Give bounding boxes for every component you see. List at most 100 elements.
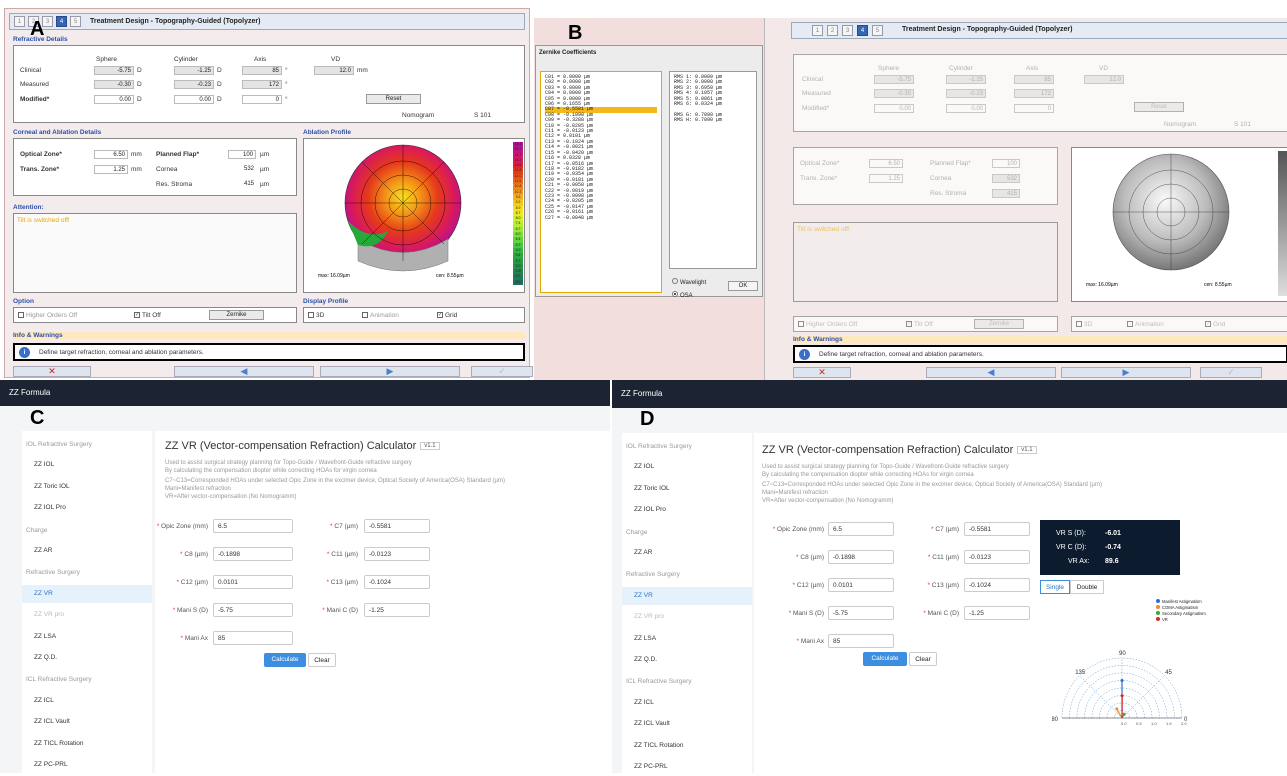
opic-zone-input[interactable]: 6.5	[213, 519, 293, 533]
sidebar-item[interactable]: ZZ ICL Vault	[22, 713, 152, 731]
bg-col-axis: Axis	[1026, 65, 1038, 72]
clear-button-d[interactable]: Clear	[909, 652, 937, 666]
next-button[interactable]: ▶	[320, 366, 460, 377]
color-scale: 16.115.714.714.213.612.812.011.510.810.3…	[513, 142, 523, 285]
planned-flap-select[interactable]: 100	[228, 150, 256, 159]
sidebar-item[interactable]: ZZ IOL Pro	[622, 501, 752, 519]
sidebar-item[interactable]: ZZ AR	[22, 542, 152, 560]
bg-nomogram-value: S 101	[1234, 121, 1251, 128]
bg-zernike-button: Zernike	[974, 319, 1024, 329]
sidebar-item[interactable]: ZZ Toric IOL	[22, 478, 152, 496]
sidebar-item[interactable]: ZZ TICL Rotation	[22, 735, 152, 753]
trans-zone-select[interactable]: 1.25	[94, 165, 128, 174]
wavelight-radio[interactable]: Wavelight	[672, 278, 706, 286]
3d-checkbox[interactable]: 3D	[308, 312, 324, 319]
sidebar-item[interactable]: ZZ IOL Pro	[22, 499, 152, 517]
panel-label-d: D	[640, 408, 654, 431]
step-4[interactable]: 4	[56, 16, 67, 27]
mani-ax-input-d[interactable]: 85	[828, 634, 894, 648]
polar-legend: Manifest AstigmatismCOMA AstigmatismSeco…	[1156, 599, 1206, 623]
sidebar-item[interactable]: ZZ LSA	[22, 628, 152, 646]
bg-info-text: Define target refraction, corneal and ab…	[819, 351, 984, 358]
c8-input[interactable]: -0.1898	[213, 547, 293, 561]
animation-checkbox[interactable]: Animation	[362, 312, 399, 319]
zz-top-bar-d: ZZ Formula	[612, 380, 1287, 408]
bg-nomogram-label: Nomogram	[1164, 121, 1196, 128]
c8-input-d[interactable]: -0.1898	[828, 550, 894, 564]
zernike-coefficient-list[interactable]: C01 = 0.0000 µmC02 = 0.0000 µmC03 = 0.00…	[540, 71, 662, 293]
osa-radio[interactable]: OSA	[672, 291, 693, 299]
c7-input-d[interactable]: -0.5581	[964, 522, 1030, 536]
sidebar-item[interactable]: ZZ VR	[622, 587, 752, 605]
mani-ax-label-d: * Mani Ax	[762, 638, 824, 645]
c13-input[interactable]: -0.1024	[364, 575, 430, 589]
bg-clinical-vd: 12.0	[1084, 75, 1124, 84]
confirm-button[interactable]: ✓	[471, 366, 533, 377]
cornea-value: 532	[228, 165, 256, 174]
zernike-button[interactable]: Zernike	[209, 310, 264, 320]
back-button[interactable]: ◀	[174, 366, 314, 377]
mani-s-input-d[interactable]: -5.75	[828, 606, 894, 620]
calculate-button-d[interactable]: Calculate	[863, 652, 907, 666]
sidebar-item[interactable]: ZZ ICL	[22, 692, 152, 710]
mani-s-input[interactable]: -5.75	[213, 603, 293, 617]
sidebar-section-header: IOL Refractive Surgery	[626, 443, 692, 450]
clinical-vd: 12.0	[314, 66, 354, 75]
version-select[interactable]: v1.1	[420, 442, 439, 450]
step-5[interactable]: 5	[70, 16, 81, 27]
higher-orders-checkbox[interactable]: Higher Orders Off	[18, 312, 77, 319]
sidebar-item[interactable]: ZZ Q.D.	[622, 651, 752, 669]
ablation-box: max: 16.09µm cen: 8.55µm 16.115.714.714.…	[303, 138, 525, 293]
sidebar-item[interactable]: ZZ AR	[622, 544, 752, 562]
sidebar-item[interactable]: ZZ Q.D.	[22, 649, 152, 667]
c11-input-d[interactable]: -0.0123	[964, 550, 1030, 564]
opic-zone-input-d[interactable]: 6.5	[828, 522, 894, 536]
c12-input-d[interactable]: 0.0101	[828, 578, 894, 592]
sidebar-item[interactable]: ZZ VR	[22, 585, 152, 603]
mani-c-input[interactable]: -1.25	[364, 603, 430, 617]
c11-input[interactable]: -0.0123	[364, 547, 430, 561]
bg-modified-axis: 0	[1014, 104, 1054, 113]
row-measured: Measured	[20, 81, 49, 88]
vr-c-value: -0.74	[1105, 544, 1121, 551]
single-toggle[interactable]: Single	[1040, 580, 1070, 594]
optical-zone-select[interactable]: 6.50	[94, 150, 128, 159]
version-select-d[interactable]: v1.1	[1017, 446, 1036, 454]
c12-input[interactable]: 0.0101	[213, 575, 293, 589]
mani-ax-input[interactable]: 85	[213, 631, 293, 645]
sidebar-item[interactable]: ZZ IOL	[22, 456, 152, 474]
modified-sphere-select[interactable]: 0.00	[94, 95, 134, 104]
tilt-off-checkbox[interactable]: ✓Tilt Off	[134, 312, 161, 319]
modified-axis-select[interactable]: 0	[242, 95, 282, 104]
nav-bar: ✕ ◀ ▶ ✓	[13, 366, 533, 377]
bg-confirm: ✓	[1200, 367, 1262, 378]
cancel-button[interactable]: ✕	[13, 366, 91, 377]
sidebar-item[interactable]: ZZ PC-PRL	[22, 756, 152, 774]
sidebar-item[interactable]: ZZ PC-PRL	[622, 758, 752, 776]
col-sphere: Sphere	[96, 56, 117, 63]
sidebar-item[interactable]: ZZ Toric IOL	[622, 480, 752, 498]
zernike-coefficient[interactable]: C27 = -0.0048 µm	[545, 216, 657, 221]
bg-info-box: i Define target refraction, corneal and …	[793, 345, 1287, 363]
sidebar-item[interactable]: ZZ ICL Vault	[622, 715, 752, 733]
sidebar-item[interactable]: ZZ LSA	[622, 630, 752, 648]
grid-checkbox[interactable]: ✓Grid	[437, 312, 457, 319]
calculate-button[interactable]: Calculate	[264, 653, 306, 667]
c7-input[interactable]: -0.5581	[364, 519, 430, 533]
bg-color-scale	[1278, 151, 1287, 296]
zernike-ok-button[interactable]: OK	[728, 281, 758, 291]
mani-c-input-d[interactable]: -1.25	[964, 606, 1030, 620]
modified-cylinder-select[interactable]: 0.00	[174, 95, 214, 104]
step-1[interactable]: 1	[14, 16, 25, 27]
clear-button[interactable]: Clear	[308, 653, 336, 667]
reset-button[interactable]: Reset	[366, 94, 421, 104]
double-toggle[interactable]: Double	[1070, 580, 1104, 594]
panel-label-c: C	[30, 407, 44, 430]
sidebar-item[interactable]: ZZ IOL	[622, 458, 752, 476]
info-box: i Define target refraction, corneal and …	[13, 343, 525, 361]
col-vd: VD	[331, 56, 340, 63]
c13-input-d[interactable]: -0.1024	[964, 578, 1030, 592]
sidebar-item[interactable]: ZZ ICL	[622, 694, 752, 712]
sidebar-item[interactable]: ZZ TICL Rotation	[622, 737, 752, 755]
bg-trans-zone-label: Trans. Zone*	[800, 175, 837, 182]
